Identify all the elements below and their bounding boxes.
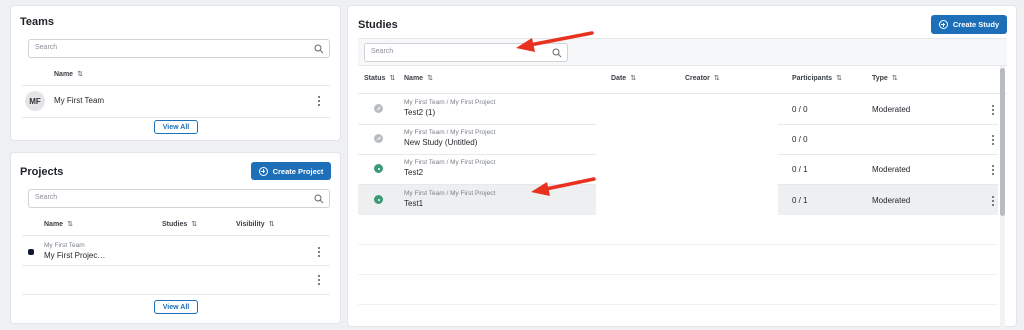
projects-col-name[interactable]: Name ⇅ xyxy=(44,220,73,228)
sort-icon: ⇅ xyxy=(191,221,198,228)
search-icon xyxy=(314,194,324,204)
create-study-label: Create Study xyxy=(952,20,1000,29)
study-participants: 0 / 0 xyxy=(792,135,808,144)
teams-panel: Teams Search Name ⇅ MF My First Team View… xyxy=(10,5,341,141)
projects-view-all-button[interactable]: View All xyxy=(154,300,198,314)
study-row-menu-icon[interactable] xyxy=(991,105,995,115)
study-type: Moderated xyxy=(872,105,911,114)
teams-search-placeholder: Search xyxy=(35,44,58,51)
projects-col-visibility[interactable]: Visibility ⇅ xyxy=(236,220,275,228)
annotation-arrow-icon xyxy=(516,31,594,52)
projects-search-input[interactable]: Search xyxy=(28,189,330,208)
teams-title: Teams xyxy=(20,16,55,28)
team-name[interactable]: My First Team xyxy=(54,96,104,105)
teams-search-input[interactable]: Search xyxy=(28,39,330,58)
projects-search-placeholder: Search xyxy=(35,194,58,201)
study-participants: 0 / 0 xyxy=(792,105,808,114)
project-row-menu-icon[interactable] xyxy=(317,275,321,285)
study-row-menu-icon[interactable] xyxy=(991,135,995,145)
search-icon xyxy=(314,44,324,54)
divider xyxy=(358,274,998,275)
studies-col-creator[interactable]: Creator ⇅ xyxy=(685,74,720,82)
sort-icon: ⇅ xyxy=(891,75,898,82)
sort-icon: ⇅ xyxy=(67,221,73,228)
project-name[interactable]: My First Projec… xyxy=(44,251,105,260)
studies-col-status[interactable]: Status ⇅ xyxy=(364,74,395,82)
study-row-menu-icon[interactable] xyxy=(991,196,995,206)
study-row-menu-icon[interactable] xyxy=(991,165,995,175)
scrollbar-thumb[interactable] xyxy=(1000,68,1005,216)
studies-search-placeholder: Search xyxy=(371,48,394,55)
status-draft-icon xyxy=(374,104,383,113)
status-draft-icon xyxy=(374,134,383,143)
divider xyxy=(22,85,330,86)
sort-icon: ⇅ xyxy=(713,75,720,82)
projects-title: Projects xyxy=(20,166,64,178)
team-row-menu-icon[interactable] xyxy=(317,96,321,106)
projects-panel: Projects Create Project Search Name ⇅ Stu… xyxy=(10,152,341,324)
teams-col-name[interactable]: Name ⇅ xyxy=(54,70,83,78)
avatar: MF xyxy=(25,91,45,111)
create-project-button[interactable]: Create Project xyxy=(251,162,331,180)
projects-col-studies[interactable]: Studies ⇅ xyxy=(162,220,197,228)
studies-panel: Studies Create Study Search Status ⇅ Name… xyxy=(347,5,1017,328)
studies-title: Studies xyxy=(358,19,398,31)
studies-table: Status ⇅ Name ⇅ Date ⇅ Creator ⇅ Participant… xyxy=(358,66,1007,328)
study-type: Moderated xyxy=(872,196,911,205)
status-active-icon xyxy=(374,195,383,204)
sort-icon: ⇅ xyxy=(389,75,396,82)
study-name[interactable]: Test2 (1) xyxy=(404,108,435,117)
status-active-icon xyxy=(374,164,383,173)
divider xyxy=(22,235,330,236)
sort-icon: ⇅ xyxy=(836,75,842,82)
sort-icon: ⇅ xyxy=(427,75,433,82)
plus-circle-icon xyxy=(258,166,268,176)
studies-col-name[interactable]: Name ⇅ xyxy=(404,74,433,82)
annotation-arrow-icon xyxy=(531,177,596,196)
teams-view-all-button[interactable]: View All xyxy=(154,120,198,134)
study-name[interactable]: Test1 xyxy=(404,199,423,208)
study-path: My First Team / My First Project xyxy=(404,99,496,106)
project-team: My First Team xyxy=(44,242,85,249)
study-path: My First Team / My First Project xyxy=(404,129,496,136)
studies-col-participants[interactable]: Participants ⇅ xyxy=(792,74,842,82)
project-color-dot xyxy=(28,249,34,255)
study-participants: 0 / 1 xyxy=(792,196,808,205)
sort-icon: ⇅ xyxy=(630,75,637,82)
study-path: My First Team / My First Project xyxy=(404,159,496,166)
studies-col-type[interactable]: Type ⇅ xyxy=(872,74,898,82)
study-path: My First Team / My First Project xyxy=(404,190,496,197)
plus-circle-icon xyxy=(938,20,948,29)
divider xyxy=(22,294,330,295)
studies-col-date[interactable]: Date ⇅ xyxy=(611,74,636,82)
project-row-menu-icon[interactable] xyxy=(317,247,321,257)
divider xyxy=(358,244,998,245)
study-type: Moderated xyxy=(872,165,911,174)
sort-icon: ⇅ xyxy=(268,221,275,228)
divider xyxy=(358,304,998,305)
create-project-label: Create Project xyxy=(272,166,324,176)
divider xyxy=(22,117,330,118)
divider xyxy=(22,265,330,266)
study-name[interactable]: Test2 xyxy=(404,168,423,177)
study-participants: 0 / 1 xyxy=(792,165,808,174)
sort-icon: ⇅ xyxy=(77,71,83,78)
create-study-button[interactable]: Create Study xyxy=(931,15,1007,34)
study-name[interactable]: New Study (Untitled) xyxy=(404,138,477,147)
